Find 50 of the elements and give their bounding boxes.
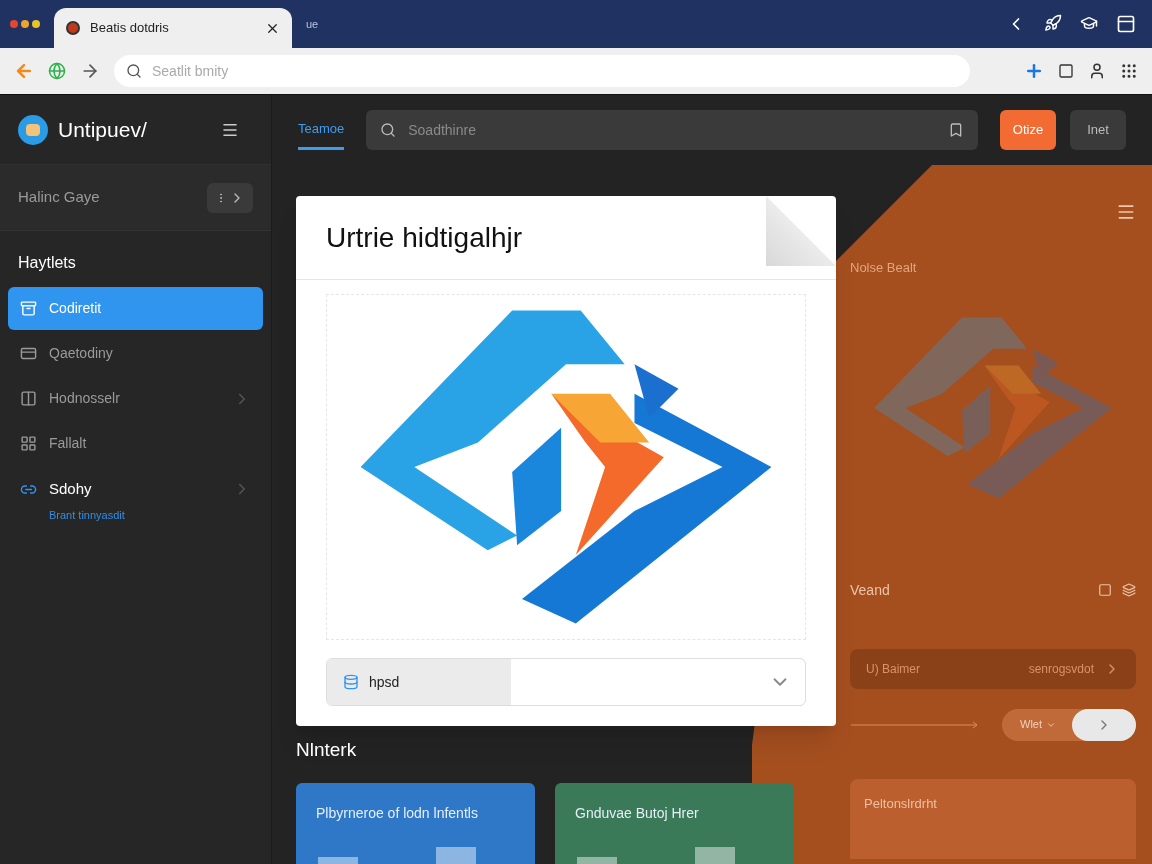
tile-title: Peltonslrdrht [864,795,937,811]
window-icon[interactable] [1116,14,1136,34]
new-tab-label[interactable]: ue [306,15,319,33]
feature-tile[interactable]: Plbyrneroe of lodn lnfentls [296,782,535,864]
search-icon [126,63,142,79]
grid-dots-icon[interactable] [1120,62,1138,80]
field-label: hpsd [369,672,400,692]
feature-tile[interactable]: Gnduvae Butoj Hrer [555,782,794,864]
more-button[interactable] [207,182,253,213]
section-header: Halinc Gaye [0,165,271,231]
pager-control[interactable]: Wlet [1002,708,1136,741]
nav-item[interactable]: Sdohy Brant tinnyasdit [8,467,263,534]
colorful-globe-icon[interactable] [48,62,66,80]
nav-icon [20,390,37,407]
nav-icon [20,435,37,452]
nav-item[interactable]: Codiretit [8,287,263,330]
layers-icon[interactable] [1122,583,1136,597]
nav-heading: Haytlets [17,253,77,273]
rocket-icon[interactable] [1044,14,1062,32]
site-favicon-icon [66,21,80,35]
app-logo-icon [18,114,48,145]
card-title: Urtrie hidtigalhjr [326,220,523,255]
address-field[interactable]: Seatlit bmity [114,55,970,87]
search-icon [380,122,397,138]
search-field[interactable]: Soadthinre [366,110,978,150]
cap-icon[interactable] [1080,14,1098,32]
panel-subtitle: Veand [850,580,891,600]
list-row[interactable]: U) Baimer senrogsvdot [850,648,1136,689]
browser-tab[interactable]: Beatis dotdris [54,8,292,48]
select-field[interactable]: hpsd [326,658,806,706]
database-icon [343,674,359,690]
nav-icon [20,345,37,362]
square-icon[interactable] [1058,63,1074,79]
section-heading: Nlnterk [296,738,358,762]
top-tab[interactable]: Teamoe [298,110,345,150]
nav-icon [20,300,37,317]
plus-icon[interactable] [1024,61,1044,81]
bookmark-icon[interactable] [948,122,964,138]
toolbar-button[interactable]: Otize [1000,110,1056,150]
app-name: Untipuev/ [58,116,148,143]
nav-item[interactable]: Fallalt [8,422,263,465]
tile-title: Plbyrneroe of lodn lnfentls [316,803,479,823]
nav-item[interactable]: Qaetodiny [8,332,263,375]
toolbar-button[interactable]: Inet [1070,110,1126,150]
page-curl-icon [766,196,836,266]
tile-title: Gnduvae Butoj Hrer [575,803,700,823]
profile-icon[interactable] [1088,62,1106,80]
nav-subtitle: Brant tinnyasdit [49,507,126,523]
panel-title: Nolse Bealt [850,259,918,277]
nav-item[interactable]: Hodnosselr [8,377,263,420]
